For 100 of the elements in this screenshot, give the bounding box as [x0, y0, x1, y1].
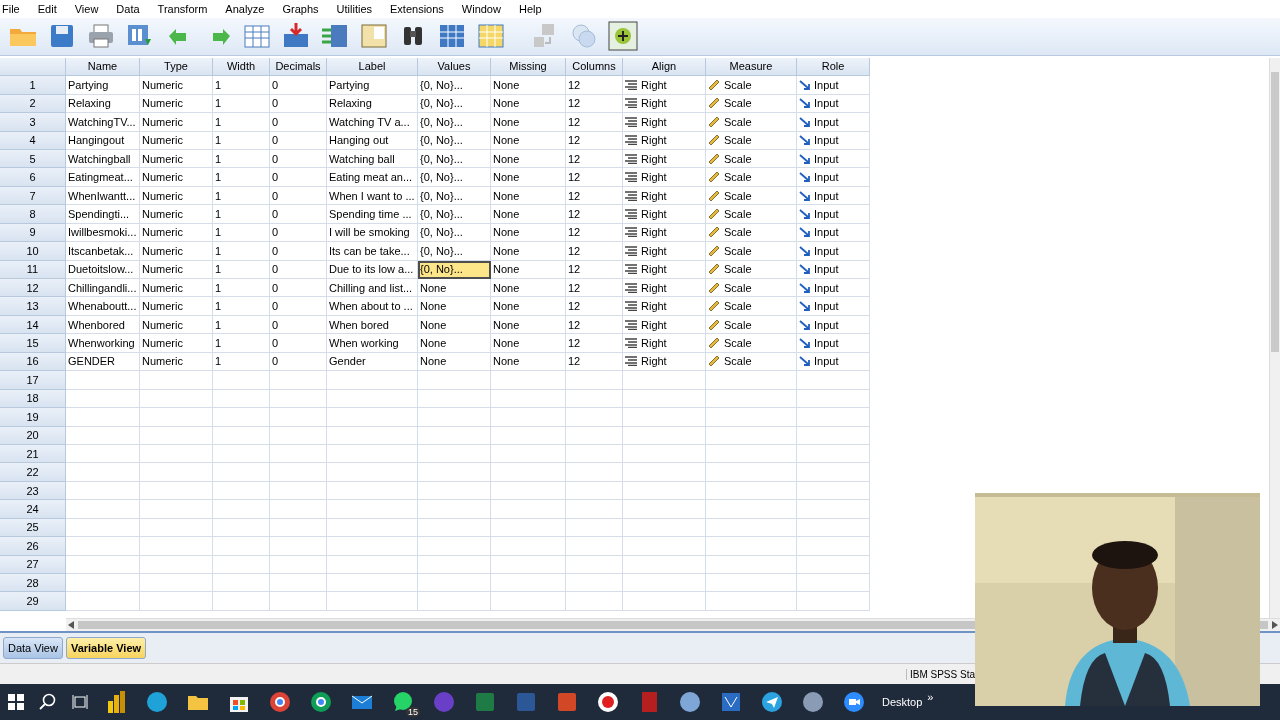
empty-cell[interactable] — [566, 518, 623, 538]
empty-cell[interactable] — [706, 426, 797, 445]
empty-cell[interactable] — [797, 389, 870, 409]
empty-cell[interactable] — [491, 518, 566, 538]
empty-cell[interactable] — [491, 408, 566, 427]
empty-cell[interactable] — [623, 371, 706, 390]
empty-cell[interactable] — [566, 389, 623, 409]
empty-cell[interactable] — [706, 371, 797, 390]
task-view-icon[interactable] — [72, 694, 88, 711]
empty-cell[interactable] — [706, 537, 797, 556]
empty-cell[interactable] — [140, 389, 213, 409]
empty-cell[interactable] — [418, 463, 491, 482]
empty-cell[interactable] — [566, 574, 623, 593]
empty-cell[interactable] — [797, 408, 870, 427]
empty-cell[interactable] — [418, 592, 491, 611]
row-number[interactable]: 3 — [0, 113, 66, 132]
empty-cell[interactable] — [566, 426, 623, 445]
menu-item[interactable]: Edit — [35, 2, 65, 15]
row-number[interactable]: 10 — [0, 242, 66, 261]
empty-cell[interactable] — [140, 408, 213, 427]
empty-cell[interactable] — [566, 481, 623, 501]
column-header[interactable]: Columns — [566, 57, 623, 77]
empty-cell[interactable] — [418, 389, 491, 409]
empty-cell[interactable] — [213, 463, 270, 482]
empty-cell[interactable] — [327, 463, 418, 482]
search-icon[interactable] — [39, 693, 57, 712]
empty-cell[interactable] — [566, 408, 623, 427]
column-header[interactable]: Measure — [706, 57, 797, 77]
empty-cell[interactable] — [623, 574, 706, 593]
empty-cell[interactable] — [491, 389, 566, 409]
empty-cell[interactable] — [706, 463, 797, 482]
empty-cell[interactable] — [797, 537, 870, 556]
empty-cell[interactable] — [213, 592, 270, 611]
empty-cell[interactable] — [491, 426, 566, 445]
empty-cell[interactable] — [140, 481, 213, 501]
empty-cell[interactable] — [327, 592, 418, 611]
empty-cell[interactable] — [140, 537, 213, 556]
menu-item[interactable]: Data — [114, 2, 148, 15]
empty-cell[interactable] — [140, 426, 213, 445]
table-cell[interactable]: {0, No}... — [418, 149, 491, 169]
empty-cell[interactable] — [623, 592, 706, 611]
empty-cell[interactable] — [140, 592, 213, 611]
empty-cell[interactable] — [706, 481, 797, 501]
table-cell[interactable]: None — [418, 315, 491, 335]
empty-cell[interactable] — [327, 481, 418, 501]
row-number[interactable]: 29 — [0, 592, 66, 611]
empty-cell[interactable] — [623, 463, 706, 482]
empty-cell[interactable] — [623, 481, 706, 501]
empty-cell[interactable] — [140, 574, 213, 593]
empty-cell[interactable] — [566, 537, 623, 556]
empty-cell[interactable] — [566, 371, 623, 390]
empty-cell[interactable] — [327, 500, 418, 519]
row-number[interactable]: 13 — [0, 297, 66, 316]
empty-cell[interactable] — [213, 500, 270, 519]
empty-cell[interactable] — [797, 444, 870, 464]
empty-cell[interactable] — [270, 426, 327, 445]
empty-cell[interactable] — [140, 444, 213, 464]
empty-cell[interactable] — [270, 444, 327, 464]
empty-cell[interactable] — [418, 408, 491, 427]
add-icon[interactable] — [608, 21, 638, 52]
column-header[interactable]: Width — [213, 57, 270, 77]
scroll-left-icon[interactable] — [68, 621, 74, 630]
empty-cell[interactable] — [491, 537, 566, 556]
empty-cell[interactable] — [270, 389, 327, 409]
empty-cell[interactable] — [706, 518, 797, 538]
empty-cell[interactable] — [706, 389, 797, 409]
row-number[interactable]: 24 — [0, 500, 66, 519]
empty-cell[interactable] — [213, 444, 270, 464]
corner-header[interactable] — [0, 57, 66, 77]
empty-cell[interactable] — [270, 408, 327, 427]
empty-cell[interactable] — [327, 371, 418, 390]
empty-cell[interactable] — [797, 371, 870, 390]
empty-cell[interactable] — [213, 537, 270, 556]
empty-cell[interactable] — [213, 371, 270, 390]
table-cell[interactable]: {0, No}... — [418, 76, 491, 95]
empty-cell[interactable] — [491, 463, 566, 482]
menu-item[interactable]: Window — [459, 2, 509, 15]
empty-cell[interactable] — [623, 408, 706, 427]
table-cell[interactable]: None — [418, 297, 491, 316]
empty-cell[interactable] — [797, 518, 870, 538]
empty-cell[interactable] — [797, 592, 870, 611]
empty-cell[interactable] — [270, 518, 327, 538]
empty-cell[interactable] — [327, 389, 418, 409]
menu-item[interactable]: Extensions — [388, 2, 452, 15]
windows-logo-icon[interactable] — [8, 694, 24, 711]
empty-cell[interactable] — [623, 389, 706, 409]
empty-cell[interactable] — [418, 371, 491, 390]
empty-cell[interactable] — [327, 518, 418, 538]
column-header[interactable]: Missing — [491, 57, 566, 77]
empty-cell[interactable] — [491, 555, 566, 574]
column-header[interactable]: Label — [327, 57, 418, 77]
empty-cell[interactable] — [327, 426, 418, 445]
empty-cell[interactable] — [566, 592, 623, 611]
empty-cell[interactable] — [418, 555, 491, 574]
column-header[interactable]: Align — [623, 57, 706, 77]
empty-cell[interactable] — [623, 444, 706, 464]
empty-cell[interactable] — [418, 481, 491, 501]
empty-cell[interactable] — [213, 555, 270, 574]
empty-cell[interactable] — [491, 592, 566, 611]
empty-cell[interactable] — [566, 463, 623, 482]
